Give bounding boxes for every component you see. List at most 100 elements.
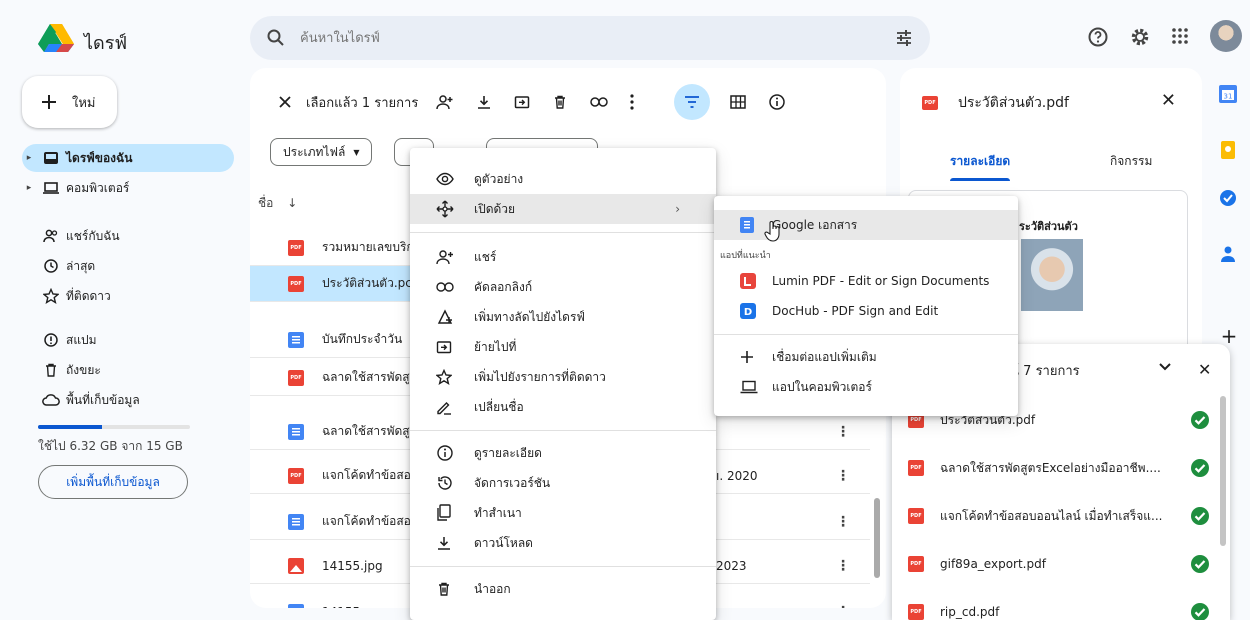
menu-divider [410,566,716,567]
menu-item-computer-apps[interactable]: แอปในคอมพิวเตอร์ [714,372,1018,402]
filter-icon[interactable] [674,84,711,120]
search-bar[interactable] [250,16,930,60]
expand-arrow-icon[interactable]: ▸ [22,183,36,193]
copy-link-icon[interactable] [590,96,609,108]
tasks-app-icon[interactable] [1218,188,1240,210]
sort-arrow-down-icon[interactable]: ↓ [287,196,297,210]
search-options-icon[interactable] [894,28,914,48]
row-more-actions-kebab-icon[interactable]: ⋮ [836,604,850,609]
settings-gear-icon[interactable] [1129,26,1151,48]
add-app-plus-icon[interactable]: + [1218,326,1240,348]
scrollbar[interactable] [1220,396,1226,546]
menu-item-remove[interactable]: นำออก [410,574,716,604]
search-icon[interactable] [266,28,286,48]
menu-item-connect-more-apps[interactable]: เชื่อมต่อแอปเพิ่มเติม [714,342,1018,372]
sidebar-item-storage[interactable]: พื้นที่เก็บข้อมูล [22,386,234,414]
info-icon [410,444,474,462]
star-icon [36,288,66,304]
grid-view-icon[interactable] [730,95,747,109]
row-more-actions-kebab-icon[interactable]: ⋮ [836,514,850,530]
contacts-app-icon[interactable] [1218,244,1240,266]
sidebar-item-starred[interactable]: ที่ติดดาว [22,282,234,310]
menu-item-rename[interactable]: เปลี่ยนชื่อ [410,392,716,422]
row-more-actions-kebab-icon[interactable]: ⋮ [836,468,850,484]
menu-item-label: แอปในคอมพิวเตอร์ [772,379,872,394]
upload-item[interactable]: PDF rip_cd.pdf [892,588,1230,620]
upload-item[interactable]: PDF gif89a_export.pdf [892,540,1230,588]
google-doc-file-icon [288,603,304,608]
sidebar-item-label: พื้นที่เก็บข้อมูล [66,392,140,407]
keep-app-icon[interactable] [1218,140,1240,162]
expand-arrow-icon[interactable]: ▸ [22,153,36,163]
copy-icon [410,504,474,522]
get-more-storage-button[interactable]: เพิ่มพื้นที่เก็บข้อมูล [38,465,188,499]
plus-icon [714,350,772,364]
collapse-chevron-down-icon[interactable] [1158,362,1172,372]
share-person-add-icon[interactable] [436,93,454,111]
drive-logo[interactable] [38,24,74,52]
help-icon[interactable] [1087,26,1109,48]
people-icon [36,228,66,244]
sidebar-item-recent[interactable]: ล่าสุด [22,252,234,280]
account-avatar[interactable] [1210,20,1242,52]
menu-item-add-shortcut[interactable]: เพิ่มทางลัดไปยังไดรฟ์ [410,302,716,332]
sidebar-item-trash[interactable]: ถังขยะ [22,356,234,384]
sidebar-item-spam[interactable]: สแปม [22,326,234,354]
sidebar-item-label: คอมพิวเตอร์ [66,180,130,195]
delete-trash-icon[interactable] [552,94,568,110]
new-button[interactable]: ใหม่ [22,76,117,128]
menu-item-dochub[interactable]: D DocHub - PDF Sign and Edit [714,296,1018,326]
file-type-filter-chip[interactable]: ประเภทไฟล์ ▼ [270,138,373,166]
menu-item-download[interactable]: ดาวน์โหลด [410,528,716,558]
menu-item-label: แชร์ [474,249,497,264]
storage-usage-text: ใช้ไป 6.32 GB จาก 15 GB [38,439,183,453]
search-input[interactable] [300,27,860,49]
pdf-file-icon: PDF [908,508,924,524]
chevron-right-icon: › [675,202,680,216]
dochub-icon: D [714,303,772,319]
move-to-folder-icon[interactable] [514,94,530,110]
selection-toolbar: เลือกแล้ว 1 รายการ [250,84,886,120]
sidebar-item-shared[interactable]: แชร์กับฉัน [22,222,234,250]
tab-activity[interactable]: กิจกรรม [1110,152,1152,171]
menu-item-make-copy[interactable]: ทำสำเนา [410,498,716,528]
menu-divider [714,334,1018,335]
menu-item-manage-versions[interactable]: จัดการเวอร์ชัน [410,468,716,498]
image-file-icon [288,557,304,574]
menu-item-label: จัดการเวอร์ชัน [474,475,551,490]
tab-details[interactable]: รายละเอียด [950,152,1010,171]
download-icon[interactable] [476,94,492,110]
scrollbar[interactable] [874,498,880,578]
close-uploads-icon[interactable]: ✕ [1198,360,1211,379]
row-more-actions-kebab-icon[interactable]: ⋮ [836,424,850,440]
menu-item-google-docs[interactable]: Google เอกสาร [714,210,1018,240]
apps-grid-icon[interactable] [1170,26,1190,46]
upload-item[interactable]: PDF ฉลาดใช้สารพัดสูตรExcelอย่างมืออาชีพ..… [892,444,1230,492]
name-column-label: ชื่อ [258,196,274,210]
row-more-actions-kebab-icon[interactable]: ⋮ [836,558,850,574]
info-icon[interactable] [768,93,786,111]
menu-item-copy-link[interactable]: คัดลอกลิงก์ [410,272,716,302]
menu-item-label: เพิ่มไปยังรายการที่ติดดาว [474,369,606,384]
menu-item-open-with[interactable]: เปิดด้วย › [410,194,716,224]
menu-item-share[interactable]: แชร์ [410,242,716,272]
upload-complete-check-icon [1190,554,1210,574]
calendar-app-icon[interactable]: 31 [1218,84,1240,106]
name-column-header[interactable]: ชื่อ ↓ [258,194,297,213]
menu-item-lumin-pdf[interactable]: Lumin PDF - Edit or Sign Documents [714,266,1018,296]
menu-item-view-details[interactable]: ดูรายละเอียด [410,438,716,468]
more-actions-kebab-icon[interactable] [630,94,634,110]
file-name: ฉลาดใช้สารพัดสู [322,370,410,384]
pdf-file-icon: PDF [288,239,304,256]
upload-file-name: ฉลาดใช้สารพัดสูตรExcelอย่างมืออาชีพ.... [940,460,1161,475]
menu-item-preview[interactable]: ดูตัวอย่าง [410,164,716,194]
menu-item-move[interactable]: ย้ายไปที่ [410,332,716,362]
sidebar-item-computers[interactable]: ▸ คอมพิวเตอร์ [22,174,234,202]
upload-item[interactable]: PDF แจกโค้ดทำข้อสอบออนไลน์ เมื่อทำเสร็จแ.… [892,492,1230,540]
rename-pencil-icon [410,399,474,415]
clear-selection-close-icon[interactable] [278,95,292,109]
menu-item-label: ดูตัวอย่าง [474,171,524,186]
sidebar-item-my-drive[interactable]: ▸ ไดรฟ์ของฉัน [22,144,234,172]
close-icon[interactable]: ✕ [1161,90,1176,111]
menu-item-add-star[interactable]: เพิ่มไปยังรายการที่ติดดาว [410,362,716,392]
